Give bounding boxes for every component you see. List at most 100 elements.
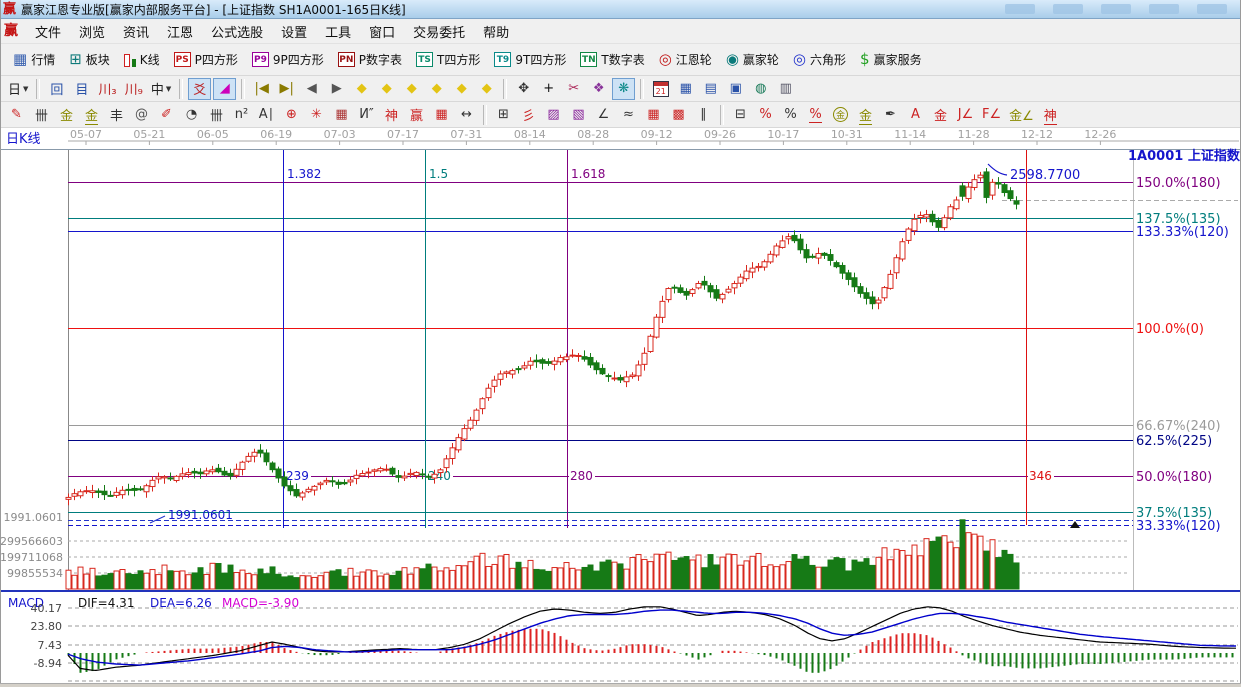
toolbar-button-hexagon[interactable]: ◎六角形 (786, 51, 853, 68)
toolbar-button-compass-2[interactable]: ✐ (155, 104, 178, 126)
toolbar-button-window-layout[interactable]: 回 (45, 78, 68, 100)
toolbar-button-calculator[interactable]: ▦ (674, 78, 697, 100)
toolbar-button-pen-mark[interactable]: ✒ (879, 104, 902, 126)
toolbar-button-t-number-table[interactable]: TNT数字表 (573, 51, 651, 68)
toolbar-button-a-wave[interactable]: A (904, 104, 927, 126)
toolbar-button-angle-line[interactable]: ∠ (592, 104, 615, 126)
toolbar-button-save[interactable]: ▣ (724, 78, 747, 100)
menu-item-工具[interactable]: 工具 (316, 19, 360, 44)
toolbar-button-analysis-net[interactable]: ❋ (612, 78, 635, 100)
toolbar-button-shen-tool[interactable]: 神 (380, 104, 403, 126)
candle (78, 492, 83, 496)
toolbar-button-draw-compass[interactable]: ✎ (5, 104, 28, 126)
toolbar-button-winner-wheel[interactable]: ◉赢家轮 (719, 51, 786, 68)
toolbar-button-shade-box[interactable]: ▨ (542, 104, 565, 126)
toolbar-button-gann-lines[interactable]: 卌 (30, 104, 53, 126)
menu-item-文件[interactable]: 文件 (26, 19, 70, 44)
toolbar-button-shrink-all[interactable]: ◆ (450, 78, 473, 100)
toolbar-button-star-burst[interactable]: ✳ (305, 104, 328, 126)
toolbar-button-gold-section-2[interactable]: 金 (80, 104, 103, 126)
toolbar-button-gold-circle[interactable]: 金 (829, 104, 852, 126)
toolbar-button-kline[interactable]: K线 (117, 51, 167, 68)
toolbar-button-gann-wheel[interactable]: ◎江恩轮 (652, 51, 719, 68)
toolbar-button-info-panel[interactable]: 目 (70, 78, 93, 100)
toolbar-button-zoom-left[interactable]: ◆ (350, 78, 373, 100)
toolbar-button-p-square[interactable]: PSP四方形 (167, 51, 245, 68)
menu-item-资讯[interactable]: 资讯 (114, 19, 158, 44)
toolbar-button-nav-next[interactable]: ▶ (325, 78, 348, 100)
toolbar-button-measure-cut[interactable]: ✂ (562, 78, 585, 100)
toolbar-button-shade-box-2[interactable]: ▧ (567, 104, 590, 126)
menu-item-设置[interactable]: 设置 (272, 19, 316, 44)
toolbar-button-box-tool[interactable]: ⊞ (492, 104, 515, 126)
toolbar-button-period-day[interactable]: 日▼ (5, 78, 31, 100)
toolbar-button-square-net[interactable]: ▦ (330, 104, 353, 126)
toolbar-button-t-square[interactable]: TST四方形 (409, 51, 487, 68)
toolbar-button-zoom-right[interactable]: ◆ (375, 78, 398, 100)
toolbar-button-red-grid[interactable]: ▦ (642, 104, 665, 126)
menu-item-帮助[interactable]: 帮助 (474, 19, 518, 44)
toolbar-button-quotes[interactable]: ▦行情 (6, 51, 62, 68)
toolbar-button-calendar[interactable]: 21 (649, 78, 672, 100)
toolbar-button-gold-angle-2[interactable]: 金∠ (1006, 104, 1037, 126)
volume-pane-icon: ◢ (220, 81, 230, 96)
volume-bar (966, 533, 971, 589)
toolbar-button-number-grid[interactable]: ▦ (430, 104, 453, 126)
toolbar-button-shrink-h[interactable]: ◆ (425, 78, 448, 100)
toolbar-button-remote-pc[interactable]: ▥ (774, 78, 797, 100)
toolbar-button-time-cycle[interactable]: ◔ (180, 104, 203, 126)
toolbar-button-percent[interactable]: % (779, 104, 802, 126)
toolbar-button-nav-last[interactable]: ▶| (275, 78, 298, 100)
toolbar-button-p-number-table[interactable]: PNP数字表 (331, 51, 409, 68)
toolbar-button-candle-style[interactable]: 中▼ (148, 78, 174, 100)
toolbar-button-fib-lines[interactable]: 丰 (105, 104, 128, 126)
toolbar-button-9t-square[interactable]: T99T四方形 (487, 51, 573, 68)
menu-item-交易委托[interactable]: 交易委托 (404, 19, 474, 44)
toolbar-button-j-angle[interactable]: J∠ (954, 104, 977, 126)
toolbar-button-ying-tool[interactable]: 赢 (405, 104, 428, 126)
toolbar-button-n-squared[interactable]: n² (230, 104, 253, 126)
toolbar-button-shen-angle[interactable]: 神 (1039, 104, 1062, 126)
toolbar-button-pan-hand[interactable]: ✥ (512, 78, 535, 100)
candle (288, 486, 293, 491)
toolbar-button-gold-section[interactable]: 金 (55, 104, 78, 126)
toolbar-button-wave-line[interactable]: ≈ (617, 104, 640, 126)
toolbar-button-n-marks[interactable]: И″ (355, 104, 378, 126)
toolbar-button-ruler-box[interactable]: ⊟ (729, 104, 752, 126)
toolbar-button-bars-9[interactable]: 川₉ (122, 78, 146, 100)
toolbar-button-winner-service[interactable]: $赢家服务 (853, 51, 929, 68)
toolbar-button-bars-3[interactable]: 川₃ (95, 78, 119, 100)
menu-item-江恩[interactable]: 江恩 (158, 19, 202, 44)
toolbar-button-expand-h[interactable]: ◆ (400, 78, 423, 100)
toolbar-button-pct-wave[interactable]: % (754, 104, 777, 126)
toolbar-button-gold-angle[interactable]: 金 (929, 104, 952, 126)
toolbar-button-gann-pattern[interactable]: 爻 (188, 78, 211, 100)
toolbar-button-nav-prev[interactable]: ◀ (300, 78, 323, 100)
toolbar-button-red-grid-2[interactable]: ▩ (667, 104, 690, 126)
toolbar-button-crosshair[interactable]: + (537, 78, 560, 100)
toolbar-button-volume-pane[interactable]: ◢ (213, 78, 236, 100)
toolbar-button-pct-lines[interactable]: % (804, 104, 827, 126)
toolbar-button-parallel-lines[interactable]: ∥ (692, 104, 715, 126)
toolbar-button-grid-marks[interactable]: 卌 (205, 104, 228, 126)
menu-item-窗口[interactable]: 窗口 (360, 19, 404, 44)
menu-item-公式选股[interactable]: 公式选股 (202, 19, 272, 44)
toolbar-button-ray-fan[interactable]: 彡 (517, 104, 540, 126)
toolbar-button-web-sync[interactable]: ◍ (749, 78, 772, 100)
candle (198, 472, 203, 474)
toolbar-button-expand-all[interactable]: ◆ (475, 78, 498, 100)
candle (696, 284, 701, 288)
toolbar-button-sectors[interactable]: ⊞板块 (62, 51, 117, 68)
toolbar-button-spiral[interactable]: @ (130, 104, 153, 126)
menu-item-浏览[interactable]: 浏览 (70, 19, 114, 44)
toolbar-button-mirror-a[interactable]: A∣ (255, 104, 278, 126)
toolbar-button-circle-cross[interactable]: ⊕ (280, 104, 303, 126)
toolbar-button-9p-square[interactable]: P99P四方形 (245, 51, 331, 68)
toolbar-button-gold-lines[interactable]: 金 (854, 104, 877, 126)
toolbar-button-f-angle[interactable]: F∠ (979, 104, 1004, 126)
toolbar-button-span-measure[interactable]: ↔ (455, 104, 478, 126)
toolbar-button-notepad[interactable]: ▤ (699, 78, 722, 100)
toolbar-button-gann-box-tool[interactable]: ❖ (587, 78, 610, 100)
toolbar-button-nav-first[interactable]: |◀ (250, 78, 273, 100)
volume-bar (870, 565, 875, 589)
